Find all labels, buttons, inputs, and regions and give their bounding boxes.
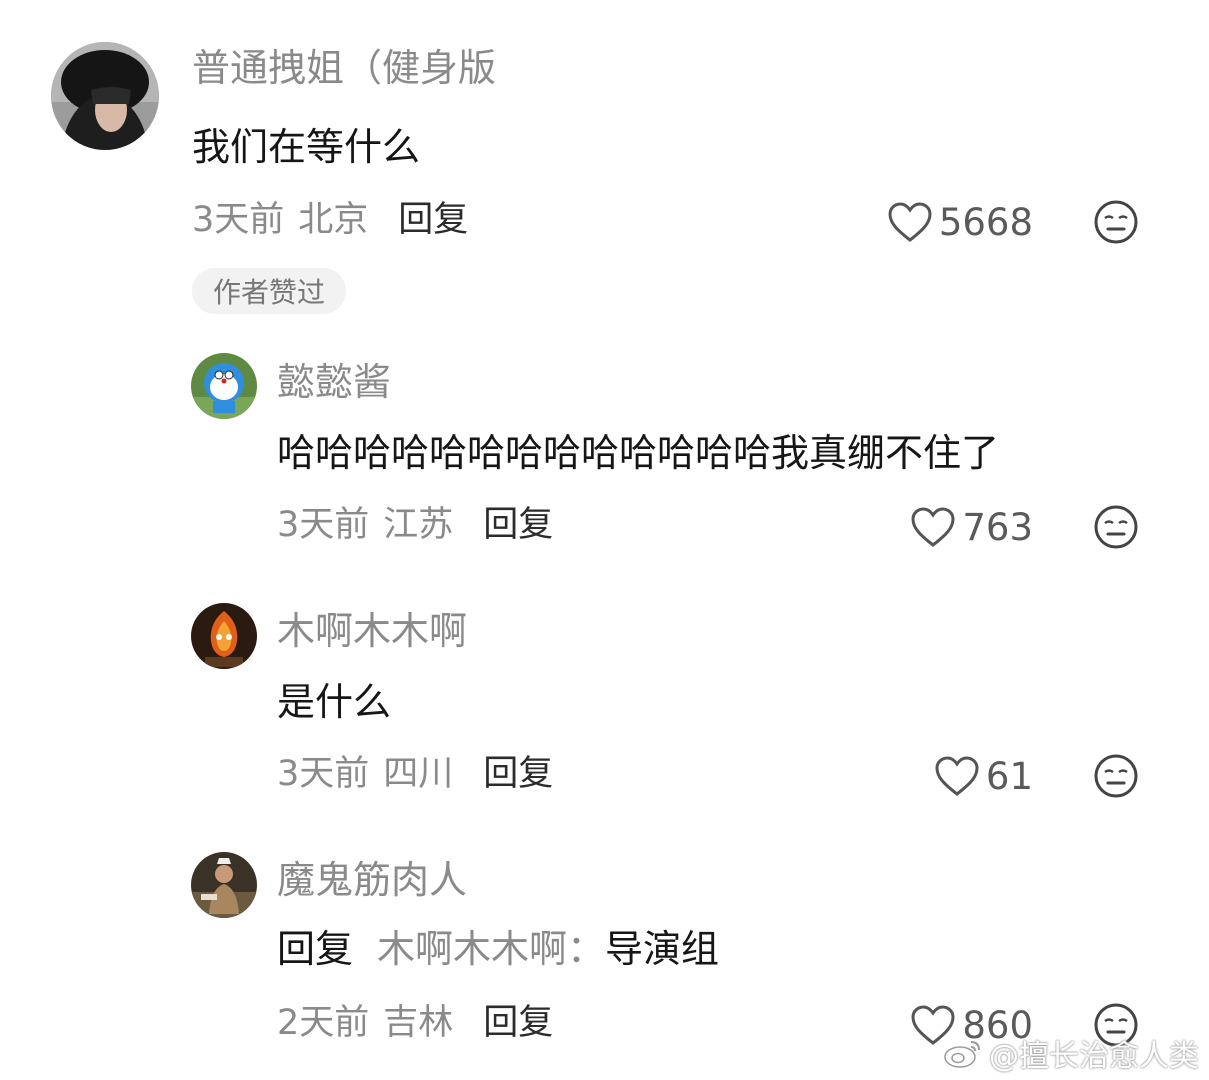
comment-meta: 3天前 四川 回复 xyxy=(277,757,553,792)
comment-meta: 2天前 吉林 回复 xyxy=(277,1006,553,1041)
like-count: 5668 xyxy=(938,200,1033,244)
neutral-face-icon[interactable] xyxy=(1093,199,1139,249)
comment-location: 北京 xyxy=(298,200,369,240)
avatar[interactable] xyxy=(51,42,159,150)
like-button[interactable]: 5668 xyxy=(887,201,1033,243)
comment-location: 吉林 xyxy=(383,1003,454,1043)
comment-location: 江苏 xyxy=(383,505,454,545)
heart-outline-icon xyxy=(888,202,932,242)
weibo-logo-icon xyxy=(944,1041,980,1068)
watermark: @擅长治愈人类 xyxy=(943,1031,1199,1075)
reply-button[interactable]: 回复 xyxy=(483,505,553,545)
reply-to-user[interactable]: 木啊木木啊： xyxy=(377,927,605,971)
avatar[interactable] xyxy=(191,353,257,419)
comment-location: 四川 xyxy=(383,754,454,794)
comment-meta: 3天前 北京 回复 xyxy=(192,203,468,238)
comment-time: 2天前 xyxy=(277,1003,370,1043)
comment-meta: 3天前 江苏 回复 xyxy=(277,508,553,543)
comment-time: 3天前 xyxy=(277,505,370,545)
neutral-face-icon[interactable] xyxy=(1093,504,1139,554)
neutral-face-icon[interactable] xyxy=(1093,753,1139,803)
like-count: 61 xyxy=(985,754,1033,798)
reply-button[interactable]: 回复 xyxy=(483,1003,553,1043)
comment-time: 3天前 xyxy=(192,200,285,240)
avatar[interactable] xyxy=(191,852,257,918)
comment-time: 3天前 xyxy=(277,754,370,794)
author-liked-badge: 作者赞过 xyxy=(192,268,347,314)
comment-username[interactable]: 普通拽姐（健身版 xyxy=(192,49,496,87)
watermark-text: @擅长治愈人类 xyxy=(989,1039,1199,1074)
reply-prefix: 回复 xyxy=(277,927,354,971)
like-button[interactable]: 61 xyxy=(934,755,1033,797)
comment-content: 我们在等什么 xyxy=(192,125,421,169)
comment-content: 是什么 xyxy=(277,680,392,724)
heart-outline-icon xyxy=(935,756,979,796)
like-count: 763 xyxy=(962,505,1033,549)
comment-username[interactable]: 懿懿酱 xyxy=(277,363,391,401)
comment-text: 导演组 xyxy=(605,927,720,971)
like-button[interactable]: 763 xyxy=(910,506,1033,548)
avatar[interactable] xyxy=(191,603,257,669)
reply-button[interactable]: 回复 xyxy=(483,754,553,794)
comment-content: 回复 木啊木木啊：导演组 xyxy=(277,930,719,968)
heart-outline-icon xyxy=(911,507,955,547)
reply-button[interactable]: 回复 xyxy=(398,200,468,240)
comment-username[interactable]: 魔鬼筋肉人 xyxy=(277,861,467,899)
comment-content: 哈哈哈哈哈哈哈哈哈哈哈哈哈我真绷不住了 xyxy=(277,431,1000,475)
comment-username[interactable]: 木啊木木啊 xyxy=(277,612,467,650)
